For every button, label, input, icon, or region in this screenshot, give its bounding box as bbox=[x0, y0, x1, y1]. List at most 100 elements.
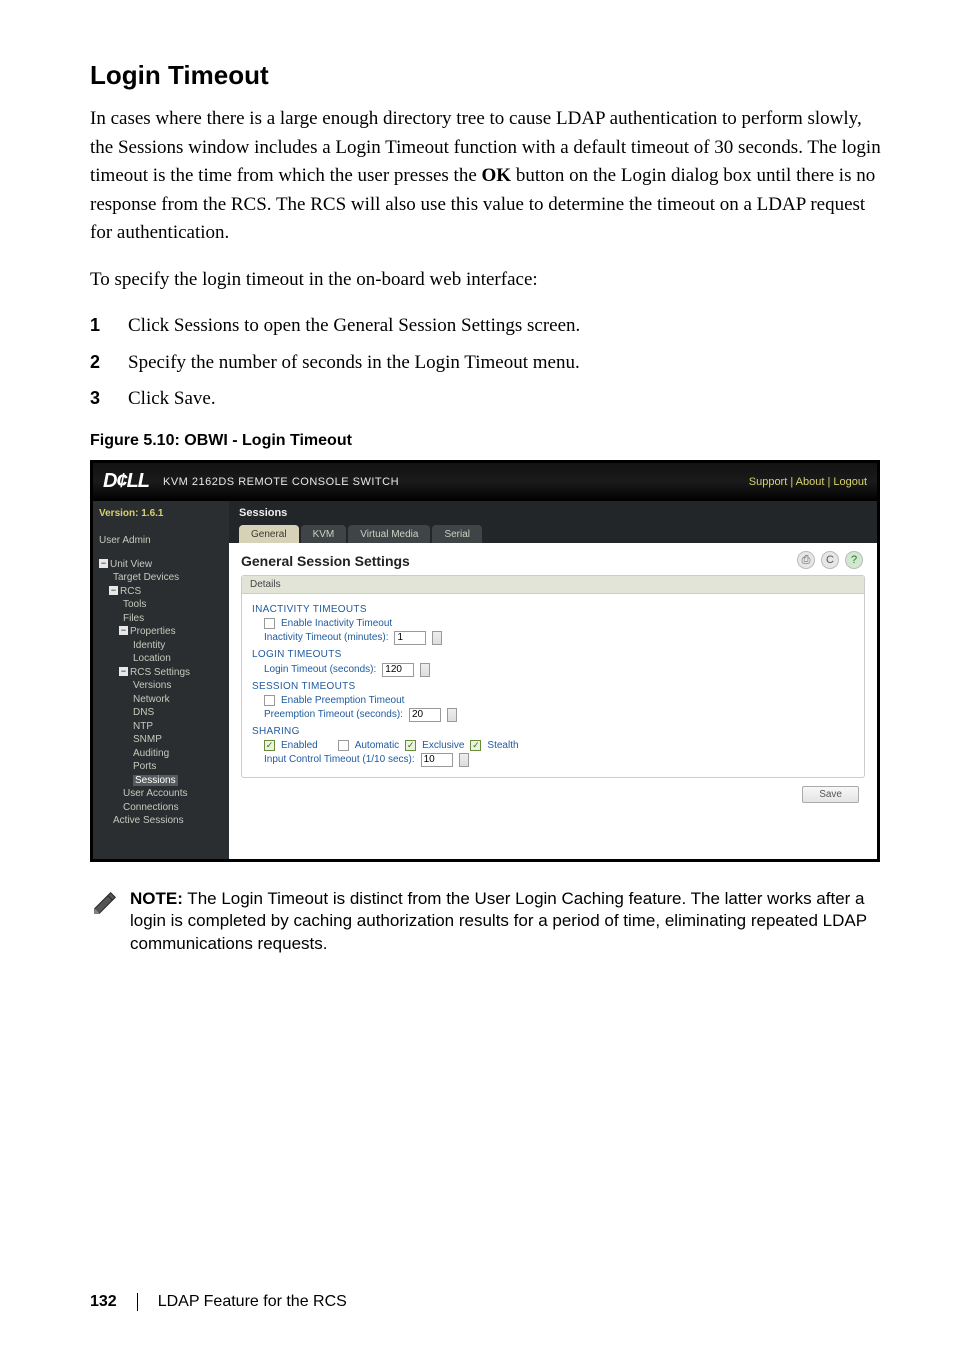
sharing-enabled-label: Enabled bbox=[281, 740, 318, 751]
note-text: NOTE: The Login Timeout is distinct from… bbox=[130, 888, 884, 957]
sidebar-item-auditing[interactable]: Auditing bbox=[99, 747, 225, 761]
input-control-input[interactable] bbox=[421, 753, 453, 767]
sidebar-label-location: Location bbox=[133, 653, 171, 664]
note-label: NOTE: bbox=[130, 889, 183, 908]
save-button[interactable]: Save bbox=[802, 786, 859, 803]
footer-separator bbox=[137, 1293, 138, 1311]
sharing-exclusive-checkbox[interactable]: ✓ bbox=[405, 740, 416, 751]
step-3-post: . bbox=[211, 388, 216, 409]
sidebar-label-active-sessions: Active Sessions bbox=[113, 815, 184, 826]
inactivity-timeout-row: Inactivity Timeout (minutes): bbox=[264, 631, 854, 645]
sidebar-item-ntp[interactable]: NTP bbox=[99, 720, 225, 734]
step-3-bold: Save bbox=[174, 388, 211, 409]
sidebar-item-identity[interactable]: Identity bbox=[99, 639, 225, 653]
inactivity-group-title: INACTIVITY TIMEOUTS bbox=[252, 604, 854, 615]
footer-chapter: LDAP Feature for the RCS bbox=[158, 1293, 347, 1311]
sidebar-item-rcs[interactable]: −RCS bbox=[99, 585, 225, 599]
collapse-icon[interactable]: − bbox=[119, 667, 128, 676]
step-1-bold: Sessions bbox=[174, 315, 239, 336]
print-icon[interactable]: ⎙ bbox=[797, 551, 815, 569]
sidebar-label-connections: Connections bbox=[123, 802, 179, 813]
sidebar-item-tools[interactable]: Tools bbox=[99, 598, 225, 612]
preempt-timeout-input[interactable] bbox=[409, 708, 441, 722]
login-timeout-label: Login Timeout (seconds): bbox=[264, 664, 376, 675]
sidebar-item-unit-view[interactable]: −Unit View bbox=[99, 558, 225, 572]
obwi-topbar: D¢LL KVM 2162DS REMOTE CONSOLE SWITCH Su… bbox=[93, 463, 877, 501]
tab-general[interactable]: General bbox=[239, 525, 299, 543]
login-group-title: LOGIN TIMEOUTS bbox=[252, 649, 854, 660]
sharing-enabled-checkbox[interactable]: ✓ bbox=[264, 740, 275, 751]
preempt-spinner[interactable] bbox=[447, 708, 457, 722]
enable-inactivity-checkbox[interactable]: ✓ bbox=[264, 618, 275, 629]
collapse-icon[interactable]: − bbox=[109, 586, 118, 595]
sidebar-item-dns[interactable]: DNS bbox=[99, 706, 225, 720]
sidebar-item-properties[interactable]: −Properties bbox=[99, 625, 225, 639]
details-panel: Details INACTIVITY TIMEOUTS ✓ Enable Ina… bbox=[241, 575, 865, 778]
sidebar-label-rcs-settings: RCS Settings bbox=[130, 667, 190, 678]
tabs-header: Sessions General KVM Virtual Media Seria… bbox=[229, 501, 877, 543]
sidebar-label-identity: Identity bbox=[133, 640, 165, 651]
step-1-num: 1 bbox=[90, 312, 100, 339]
sidebar-label-properties: Properties bbox=[130, 626, 176, 637]
refresh-icon[interactable]: C bbox=[821, 551, 839, 569]
sidebar-item-target-devices[interactable]: Target Devices bbox=[99, 571, 225, 585]
input-control-spinner[interactable] bbox=[459, 753, 469, 767]
sidebar-label-dns: DNS bbox=[133, 707, 154, 718]
login-timeout-input[interactable] bbox=[382, 663, 414, 677]
sidebar-item-snmp[interactable]: SNMP bbox=[99, 733, 225, 747]
sidebar-item-versions[interactable]: Versions bbox=[99, 679, 225, 693]
sidebar-item-connections[interactable]: Connections bbox=[99, 801, 225, 815]
enable-preempt-checkbox[interactable]: ✓ bbox=[264, 695, 275, 706]
collapse-icon[interactable]: − bbox=[119, 626, 128, 635]
sidebar-item-user-accounts[interactable]: User Accounts bbox=[99, 787, 225, 801]
sidebar: Version: 1.6.1 User Admin −Unit View Tar… bbox=[93, 501, 229, 859]
panel-bottom: Save bbox=[241, 778, 865, 807]
details-header: Details bbox=[242, 576, 864, 594]
enable-inactivity-label: Enable Inactivity Timeout bbox=[281, 618, 392, 629]
sidebar-label-ports: Ports bbox=[133, 761, 156, 772]
top-links[interactable]: Support | About | Logout bbox=[749, 476, 867, 488]
step-2-pre: Specify the number of seconds in the Log… bbox=[128, 352, 580, 373]
login-spinner[interactable] bbox=[420, 663, 430, 677]
sharing-group-title: SHARING bbox=[252, 726, 854, 737]
step-1-pre: Click bbox=[128, 315, 174, 336]
collapse-icon[interactable]: − bbox=[99, 559, 108, 568]
content-heading: General Session Settings bbox=[241, 553, 865, 569]
tab-bar: General KVM Virtual Media Serial bbox=[239, 525, 867, 543]
tab-kvm[interactable]: KVM bbox=[301, 525, 347, 543]
sidebar-item-active-sessions[interactable]: Active Sessions bbox=[99, 814, 225, 828]
tab-serial[interactable]: Serial bbox=[432, 525, 482, 543]
section-title: Login Timeout bbox=[90, 60, 884, 91]
note-pencil-icon bbox=[90, 888, 120, 918]
sidebar-item-network[interactable]: Network bbox=[99, 693, 225, 707]
sharing-exclusive-label: Exclusive bbox=[422, 740, 464, 751]
sidebar-item-ports[interactable]: Ports bbox=[99, 760, 225, 774]
sidebar-label-versions: Versions bbox=[133, 680, 171, 691]
tab-virtual-media[interactable]: Virtual Media bbox=[348, 525, 430, 543]
session-group-title: SESSION TIMEOUTS bbox=[252, 681, 854, 692]
sharing-options-row: ✓ Enabled ✓ Automatic ✓ Exclusive ✓ Stea… bbox=[264, 740, 854, 751]
sidebar-label-user-accounts: User Accounts bbox=[123, 788, 187, 799]
sharing-stealth-checkbox[interactable]: ✓ bbox=[470, 740, 481, 751]
window-title: KVM 2162DS REMOTE CONSOLE SWITCH bbox=[163, 476, 399, 488]
paragraph-2: To specify the login timeout in the on-b… bbox=[90, 266, 884, 295]
content-area: General Session Settings ⎙ C ? Details I… bbox=[229, 543, 877, 859]
step-2: 2 Specify the number of seconds in the L… bbox=[90, 349, 884, 378]
sidebar-label-sessions: Sessions bbox=[133, 775, 178, 786]
step-3-pre: Click bbox=[128, 388, 174, 409]
sharing-automatic-checkbox[interactable]: ✓ bbox=[338, 740, 349, 751]
preempt-timeout-label: Preemption Timeout (seconds): bbox=[264, 709, 403, 720]
help-icon[interactable]: ? bbox=[845, 551, 863, 569]
sidebar-user: User Admin bbox=[99, 534, 225, 548]
step-1-post: to open the General Session Settings scr… bbox=[239, 315, 580, 336]
para1-bold: OK bbox=[482, 165, 512, 186]
sidebar-item-rcs-settings[interactable]: −RCS Settings bbox=[99, 666, 225, 680]
details-body: INACTIVITY TIMEOUTS ✓ Enable Inactivity … bbox=[242, 594, 864, 777]
note-block: NOTE: The Login Timeout is distinct from… bbox=[90, 888, 884, 957]
sidebar-item-location[interactable]: Location bbox=[99, 652, 225, 666]
sidebar-item-files[interactable]: Files bbox=[99, 612, 225, 626]
inactivity-timeout-input[interactable] bbox=[394, 631, 426, 645]
sidebar-item-sessions[interactable]: Sessions bbox=[99, 774, 225, 788]
inactivity-spinner[interactable] bbox=[432, 631, 442, 645]
sharing-stealth-label: Stealth bbox=[487, 740, 518, 751]
